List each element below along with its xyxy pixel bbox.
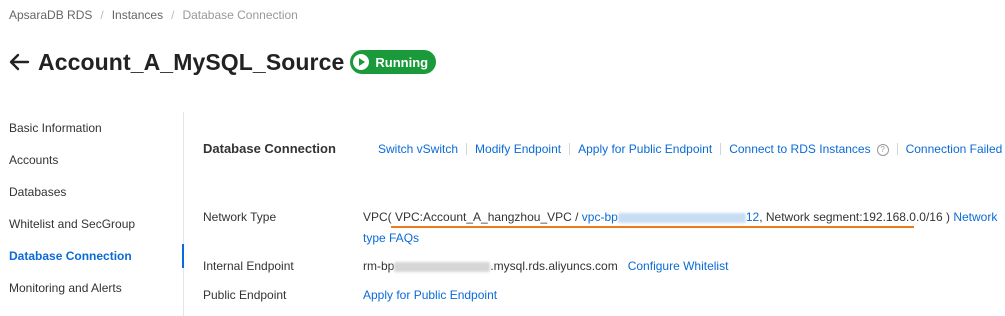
action-bar: Switch vSwitch Modify Endpoint Apply for… [370, 142, 1005, 156]
vpc-id-end: 12 [745, 210, 760, 224]
sidebar-item-databases[interactable]: Databases [0, 176, 183, 208]
apply-public-endpoint-link[interactable]: Apply for Public Endpoint [570, 142, 720, 156]
breadcrumb-item-instances[interactable]: Instances [112, 8, 163, 22]
network-type-value: VPC( VPC:Account_A_hangzhou_VPC / vpc-bp… [363, 210, 997, 224]
switch-vswitch-link[interactable]: Switch vSwitch [370, 142, 466, 156]
network-type-label: Network Type [203, 210, 277, 224]
vpc-id-link[interactable]: vpc-bp 12 [582, 210, 759, 224]
internal-endpoint-end: .mysql.rds.aliyuncs.com [490, 259, 618, 273]
status-label: Running [375, 54, 429, 70]
redacted-endpoint-id [394, 261, 491, 272]
connection-failed-link[interactable]: Connection Failed [898, 142, 1005, 156]
page-header: Account_A_MySQL_Source Running [8, 44, 437, 80]
vpc-prefix: VPC( VPC:Account_A_hangzhou_VPC / [363, 210, 582, 224]
modify-endpoint-link[interactable]: Modify Endpoint [467, 142, 569, 156]
sidebar-item-basic-information[interactable]: Basic Information [0, 112, 183, 144]
sidebar: Basic Information Accounts Databases Whi… [0, 112, 184, 316]
internal-endpoint-value: rm-bp .mysql.rds.aliyuncs.com Configure Wh… [363, 259, 728, 273]
connect-rds-link[interactable]: Connect to RDS Instances? [721, 142, 896, 156]
breadcrumb-item-rds[interactable]: ApsaraDB RDS [9, 8, 92, 22]
internal-endpoint-label: Internal Endpoint [203, 259, 294, 273]
breadcrumb-separator: / [171, 8, 175, 22]
section-title: Database Connection [203, 141, 336, 156]
public-endpoint-label: Public Endpoint [203, 288, 287, 302]
breadcrumb-item-current: Database Connection [182, 8, 298, 22]
breadcrumb: ApsaraDB RDS / Instances / Database Connecti… [9, 8, 298, 22]
sidebar-item-monitoring[interactable]: Monitoring and Alerts [0, 272, 183, 304]
network-type-faq-link-1[interactable]: Network [953, 210, 997, 224]
vpc-id-start: vpc-bp [581, 210, 618, 224]
play-icon [353, 54, 370, 70]
status-badge: Running [350, 50, 437, 74]
internal-endpoint-start: rm-bp [363, 259, 395, 273]
highlight-underline [391, 226, 914, 228]
back-arrow-icon[interactable] [8, 51, 30, 73]
sidebar-item-whitelist[interactable]: Whitelist and SecGroup [0, 208, 183, 240]
sidebar-item-database-connection[interactable]: Database Connection [0, 240, 184, 272]
page-title: Account_A_MySQL_Source [38, 48, 345, 75]
redacted-vpc-id [617, 212, 746, 223]
configure-whitelist-link[interactable]: Configure Whitelist [628, 259, 729, 273]
network-type-faq-link-2[interactable]: type FAQs [363, 231, 419, 245]
apply-public-endpoint-row-link[interactable]: Apply for Public Endpoint [363, 288, 497, 302]
breadcrumb-separator: / [100, 8, 104, 22]
connect-rds-label: Connect to RDS Instances [729, 142, 871, 156]
sidebar-item-accounts[interactable]: Accounts [0, 144, 183, 176]
help-icon[interactable]: ? [876, 143, 889, 156]
network-segment: , Network segment:192.168.0.0/16 ) [759, 210, 950, 224]
